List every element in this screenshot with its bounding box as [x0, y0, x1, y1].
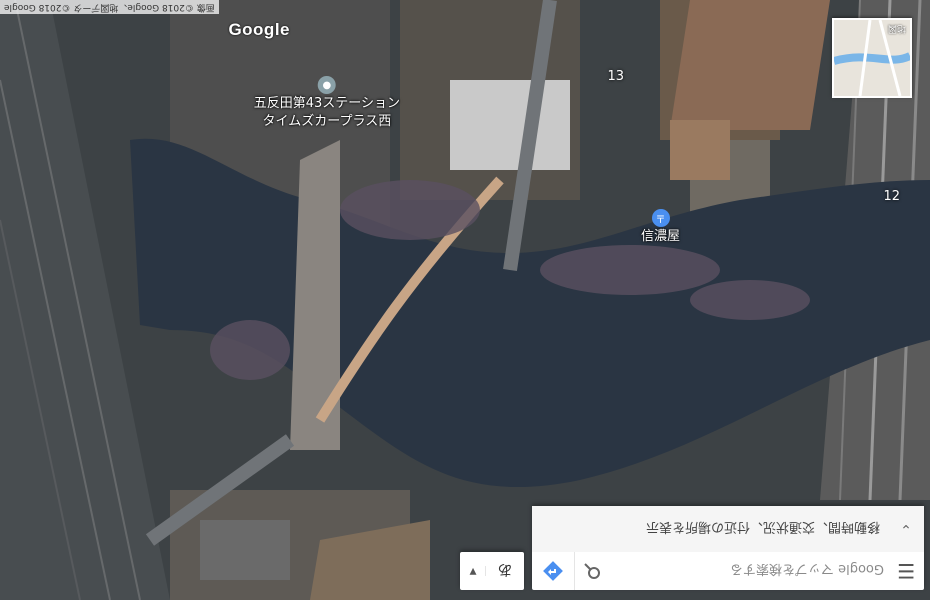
map-viewport[interactable]: ● 五反田第43ステーション タイムズカープラス西 〒 信濃屋 12 13 Go…	[0, 0, 930, 600]
minimap-label: 地図	[887, 23, 906, 33]
directions-icon[interactable]	[532, 552, 575, 590]
search-input[interactable]: Google マップを検索する	[609, 562, 888, 581]
expand-panel-text: 移動時間、交通状況、付近の場所を表示	[645, 519, 880, 535]
road-label-13: 13	[607, 69, 624, 84]
search-row: ☰ Google マップを検索する	[532, 551, 924, 590]
pin-icon: ●	[317, 76, 336, 94]
post-office-icon: 〒	[651, 209, 670, 227]
caret-down-icon[interactable]: ▼	[461, 566, 486, 576]
poi-hotel[interactable]: ● 五反田第43ステーション タイムズカープラス西	[254, 76, 400, 130]
copyright-bar: 画像 ©2018 Google、地図データ ©2018 Google	[0, 0, 219, 14]
input-tools-toggle[interactable]: あ ▼	[460, 552, 524, 590]
expand-panel-button[interactable]: ⌄ 移動時間、交通状況、付近の場所を表示	[532, 506, 924, 552]
road-label-12: 12	[883, 189, 900, 204]
ime-hiragana-icon: あ	[497, 561, 513, 580]
poi-hotel-name-line1: 五反田第43ステーション	[253, 96, 400, 111]
search-panel: ☰ Google マップを検索する ⌄ 移動時間、交通状況、付近の場所を表示	[532, 506, 924, 590]
chevron-down-icon: ⌄	[900, 521, 912, 537]
poi-hotel-name-line2: タイムズカープラス西	[262, 114, 392, 129]
poi-post-office[interactable]: 〒 信濃屋	[641, 209, 680, 245]
google-logo: Google	[228, 20, 290, 39]
poi-post-office-name: 信濃屋	[640, 229, 680, 244]
layers-minimap[interactable]: 地図	[832, 18, 912, 98]
search-icon[interactable]	[575, 552, 609, 590]
menu-icon[interactable]: ☰	[888, 552, 924, 590]
